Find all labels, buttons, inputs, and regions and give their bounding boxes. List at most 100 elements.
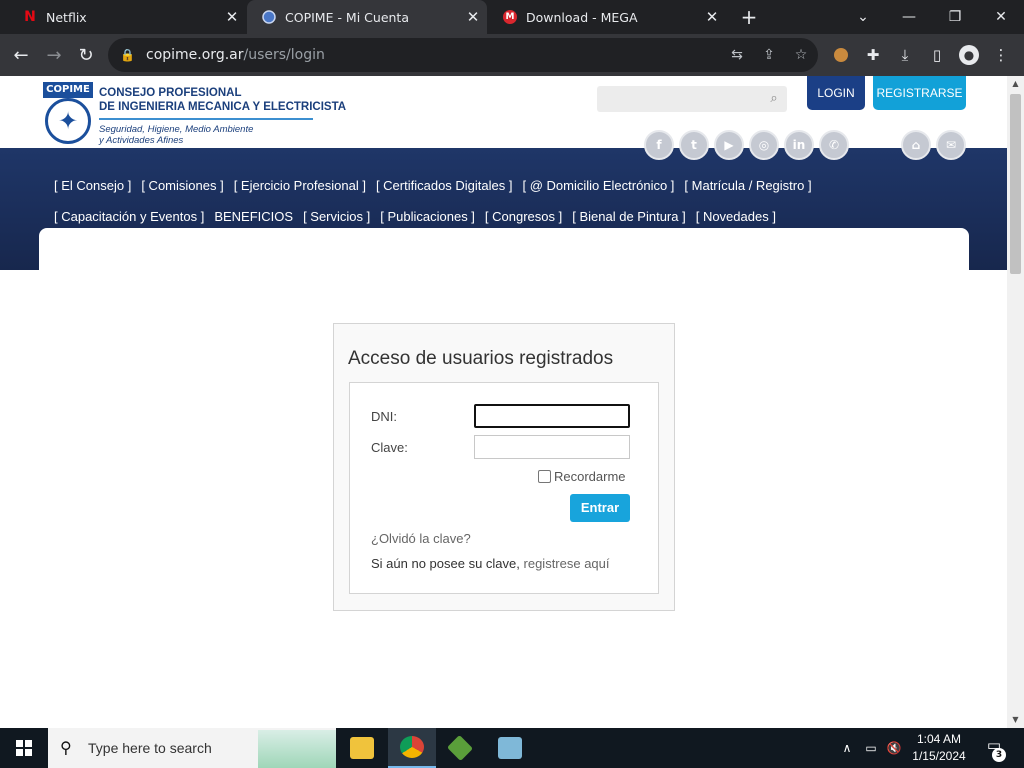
address-bar[interactable]: 🔒 copime.org.ar /users/login ⇆ ⇪ ☆ <box>108 38 818 72</box>
signup-link[interactable]: registrese aquí <box>524 556 610 571</box>
signup-text: Si aún no posee su clave, registrese aqu… <box>371 556 610 571</box>
taskbar-search[interactable]: ⚲ Type here to search <box>48 728 336 768</box>
chrome-icon[interactable] <box>388 728 436 768</box>
entrar-button[interactable]: Entrar <box>570 494 630 522</box>
tab-mega[interactable]: M Download - MEGA ✕ <box>488 0 726 34</box>
mega-icon: M <box>502 9 518 25</box>
clock[interactable]: 1:04 AM 1/15/2024 <box>902 731 976 765</box>
dni-label: DNI: <box>371 409 397 424</box>
signup-prefix: Si aún no posee su clave, <box>371 556 520 571</box>
linkedin-icon[interactable]: in <box>784 130 814 160</box>
bookmark-star-icon[interactable]: ☆ <box>790 46 812 64</box>
site-search-input[interactable] <box>597 86 763 112</box>
menu-ejercicio-profesional[interactable]: [ Ejercicio Profesional ] <box>234 178 366 193</box>
menu-publicaciones[interactable]: [ Publicaciones ] <box>380 209 475 224</box>
griffin-icon: ✦ <box>45 98 91 144</box>
web-page: COPIME ✦ CONSEJO PROFESIONAL DE INGENIER… <box>0 76 1007 728</box>
logo-line1: CONSEJO PROFESIONAL <box>99 87 242 99</box>
main-menu-row2: [ Capacitación y Eventos ] BENEFICIOS [ … <box>54 209 776 224</box>
page-scrollbar[interactable]: ▲ ▼ <box>1007 76 1024 728</box>
tab-copime[interactable]: COPIME - Mi Cuenta ✕ <box>247 0 487 34</box>
netflix-icon: N <box>24 9 36 25</box>
scroll-thumb[interactable] <box>1010 94 1021 274</box>
clave-input[interactable] <box>474 435 630 459</box>
start-button[interactable] <box>0 728 48 768</box>
menu-novedades[interactable]: [ Novedades ] <box>696 209 776 224</box>
menu-congresos[interactable]: [ Congresos ] <box>485 209 562 224</box>
logo-line4: y Actividades Afines <box>99 135 184 146</box>
youtube-icon[interactable]: ▶ <box>714 130 744 160</box>
profile-avatar-icon[interactable]: ● <box>958 44 980 66</box>
file-explorer-icon[interactable] <box>338 728 386 768</box>
email-icon[interactable]: ✉ <box>936 130 966 160</box>
logo-badge: COPIME <box>43 82 93 98</box>
taskbar: ⚲ Type here to search ∧ ▭ 🔇 1:04 AM 1/15… <box>0 728 1024 768</box>
facebook-icon[interactable]: f <box>644 130 674 160</box>
twitter-icon[interactable]: t <box>679 130 709 160</box>
close-tab-icon[interactable]: ✕ <box>218 8 246 26</box>
main-menu-row1: [ El Consejo ] [ Comisiones ] [ Ejercici… <box>54 178 812 193</box>
logo-line3: Seguridad, Higiene, Medio Ambiente <box>99 124 254 135</box>
dni-input[interactable] <box>474 404 630 428</box>
search-icon[interactable]: ⌕ <box>765 90 783 108</box>
globe-icon <box>261 9 277 25</box>
extensions-puzzle-icon[interactable]: ✚ <box>862 44 884 66</box>
network-icon[interactable]: ▭ <box>860 728 882 768</box>
logo-line2: DE INGENIERIA MECANICA Y ELECTRICISTA <box>99 101 347 113</box>
remember-label: Recordarme <box>554 469 626 484</box>
new-tab-icon[interactable]: + <box>736 4 762 30</box>
login-button[interactable]: LOGIN <box>807 76 865 110</box>
notes-app-icon[interactable] <box>486 728 534 768</box>
copime-logo[interactable]: COPIME ✦ CONSEJO PROFESIONAL DE INGENIER… <box>43 82 346 146</box>
menu-comisiones[interactable]: [ Comisiones ] <box>141 178 223 193</box>
whatsapp-icon[interactable]: ✆ <box>819 130 849 160</box>
menu-kebab-icon[interactable]: ⋮ <box>990 44 1012 66</box>
lock-icon: 🔒 <box>120 48 135 62</box>
tab-title: Netflix <box>46 9 87 25</box>
close-window-icon[interactable]: ✕ <box>978 0 1024 34</box>
green-app-icon[interactable] <box>436 728 484 768</box>
register-button[interactable]: REGISTRARSE <box>873 76 966 110</box>
tray-chevron-icon[interactable]: ∧ <box>838 728 856 768</box>
login-panel: Acceso de usuarios registrados DNI: Clav… <box>333 323 675 611</box>
back-icon[interactable]: ← <box>8 42 34 68</box>
close-tab-icon[interactable]: ✕ <box>698 8 726 26</box>
chevron-down-icon[interactable]: ⌄ <box>840 0 886 34</box>
restore-icon[interactable]: ❐ <box>932 0 978 34</box>
menu-servicios[interactable]: [ Servicios ] <box>303 209 370 224</box>
minimize-icon[interactable]: — <box>886 0 932 34</box>
remember-me[interactable]: Recordarme <box>538 469 626 484</box>
login-title: Acceso de usuarios registrados <box>348 348 614 369</box>
side-panel-icon[interactable]: ▯ <box>926 44 948 66</box>
scroll-down-icon[interactable]: ▼ <box>1007 712 1024 728</box>
menu-beneficios[interactable]: BENEFICIOS <box>214 209 293 224</box>
scroll-up-icon[interactable]: ▲ <box>1007 76 1024 92</box>
menu-domicilio-electronico[interactable]: [ @ Domicilio Electrónico ] <box>523 178 675 193</box>
url-path: /users/login <box>243 47 325 63</box>
taskbar-search-placeholder: Type here to search <box>88 740 212 756</box>
menu-certificados-digitales[interactable]: [ Certificados Digitales ] <box>376 178 513 193</box>
menu-el-consejo[interactable]: [ El Consejo ] <box>54 178 131 193</box>
reload-icon[interactable]: ↻ <box>73 42 99 68</box>
download-icon[interactable]: ⤓ <box>894 44 916 66</box>
browser-toolbar: ← → ↻ 🔒 copime.org.ar /users/login ⇆ ⇪ ☆… <box>0 34 1024 76</box>
close-tab-icon[interactable]: ✕ <box>459 8 487 26</box>
forward-icon[interactable]: → <box>41 42 67 68</box>
clock-date: 1/15/2024 <box>912 749 966 763</box>
url-host: copime.org.ar <box>146 47 244 63</box>
content-card <box>39 228 969 288</box>
notification-icon[interactable]: ▭ 3 <box>980 736 1008 762</box>
menu-matricula-registro[interactable]: [ Matrícula / Registro ] <box>684 178 811 193</box>
volume-muted-icon[interactable]: 🔇 <box>884 728 904 768</box>
translate-icon[interactable]: ⇆ <box>726 46 748 64</box>
instagram-icon[interactable]: ◎ <box>749 130 779 160</box>
menu-capacitacion-eventos[interactable]: [ Capacitación y Eventos ] <box>54 209 204 224</box>
remember-checkbox[interactable] <box>538 470 551 483</box>
share-icon[interactable]: ⇪ <box>758 46 780 64</box>
menu-bienal-pintura[interactable]: [ Bienal de Pintura ] <box>572 209 685 224</box>
tab-netflix[interactable]: N Netflix ✕ <box>8 0 246 34</box>
forgot-password-link[interactable]: ¿Olvidó la clave? <box>371 531 471 546</box>
home-icon[interactable]: ⌂ <box>901 130 931 160</box>
cookie-extension-icon[interactable] <box>830 44 852 66</box>
tab-strip: N Netflix ✕ COPIME - Mi Cuenta ✕ M Downl… <box>0 0 1024 34</box>
